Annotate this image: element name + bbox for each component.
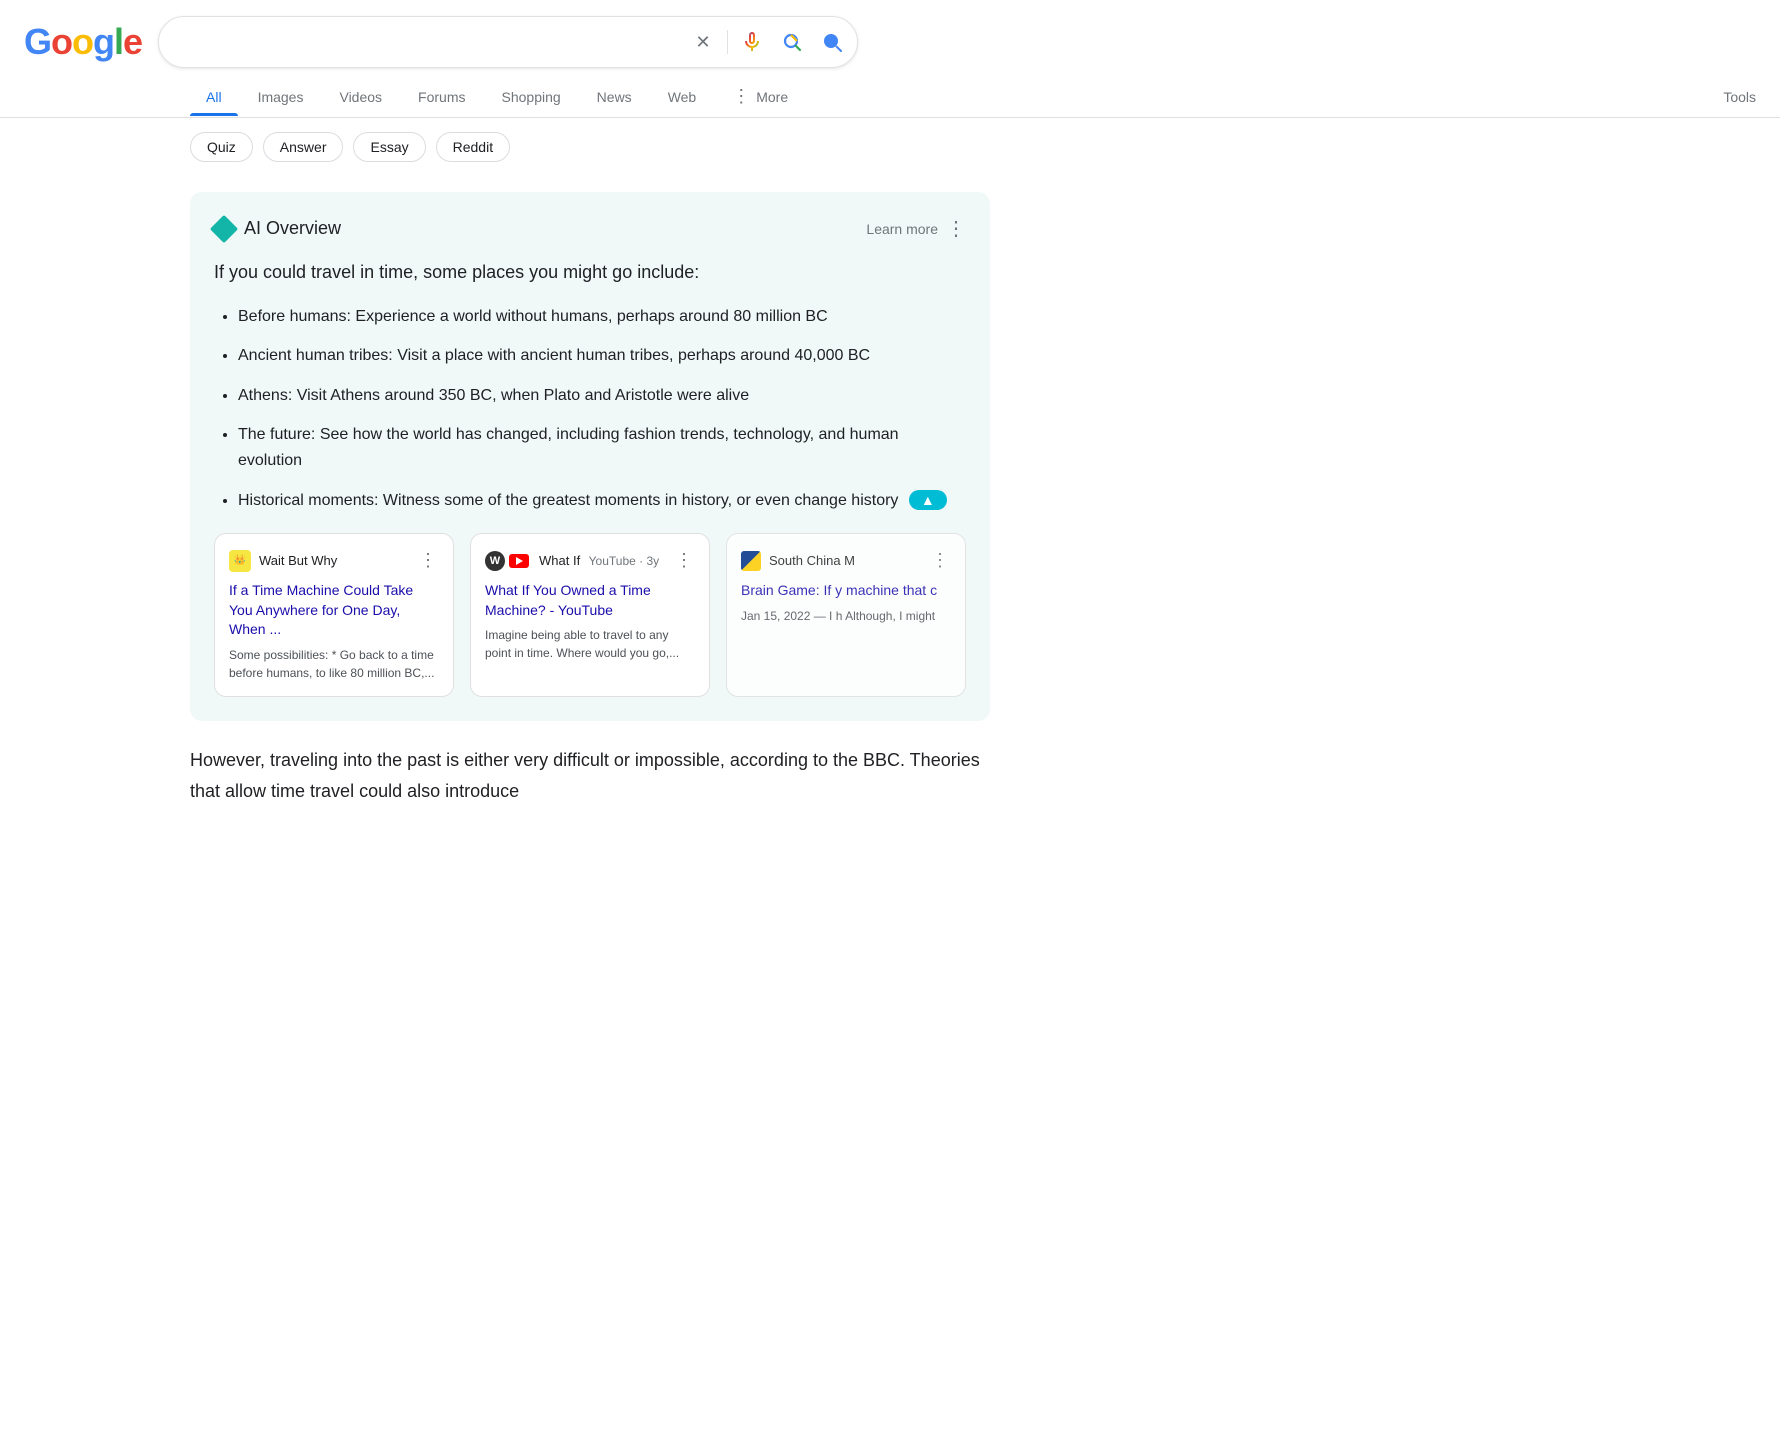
tab-all[interactable]: All [190, 79, 238, 115]
source-title: Brain Game: If y machine that c [741, 581, 951, 601]
filter-chips: Quiz Answer Essay Reddit [0, 118, 1780, 176]
ai-list: Before humans: Experience a world withou… [214, 304, 966, 514]
source-name: South China M [769, 553, 855, 568]
microphone-icon [740, 30, 764, 54]
list-item: Before humans: Experience a world withou… [238, 304, 966, 330]
ai-intro-text: If you could travel in time, some places… [214, 257, 966, 288]
search-bar-container: time machine where would you go ✕ [158, 16, 858, 68]
chip-answer[interactable]: Answer [263, 132, 344, 162]
source-cards: 👑 Wait But Why ⋮ If a Time Machine Could… [214, 533, 966, 697]
source-snippet: Some possibilities: * Go back to a time … [229, 646, 439, 682]
source-name: Wait But Why [259, 553, 337, 568]
source-info: South China M [741, 551, 855, 571]
scmp-favicon-icon [741, 551, 761, 571]
google-logo: Google [24, 21, 142, 63]
source-combo: W [485, 551, 531, 571]
bottom-text: However, traveling into the past is eith… [190, 745, 990, 806]
youtube-favicon-icon [509, 554, 529, 568]
tab-images[interactable]: Images [242, 79, 320, 115]
ai-overview-label: AI Overview [244, 218, 341, 239]
more-options-icon[interactable]: ⋮ [946, 216, 966, 241]
tab-forums[interactable]: Forums [402, 79, 481, 115]
source-card-scmp[interactable]: South China M ⋮ Brain Game: If y machine… [726, 533, 966, 697]
chip-reddit[interactable]: Reddit [436, 132, 510, 162]
logo-letter-e: e [123, 21, 142, 62]
voice-search-button[interactable] [736, 26, 768, 58]
ai-overview-body: If you could travel in time, some places… [214, 257, 966, 513]
source-snippet: Imagine being able to travel to any poin… [485, 626, 695, 662]
source-meta: YouTube · 3y [589, 554, 660, 568]
logo-letter-o1: o [51, 21, 72, 62]
logo-letter-l: l [114, 21, 123, 62]
source-title: What If You Owned a Time Machine? - YouT… [485, 581, 695, 620]
source-snippet: Jan 15, 2022 — I h Although, I might [741, 607, 951, 625]
source-card-wbw[interactable]: 👑 Wait But Why ⋮ If a Time Machine Could… [214, 533, 454, 697]
tools-button[interactable]: Tools [1723, 79, 1780, 115]
search-bar: time machine where would you go ✕ [158, 16, 858, 68]
card-menu-button[interactable]: ⋮ [929, 548, 951, 573]
search-button[interactable] [816, 26, 848, 58]
ai-overview-actions[interactable]: Learn more ⋮ [866, 216, 966, 241]
source-title: If a Time Machine Could Take You Anywher… [229, 581, 439, 640]
source-info: 👑 Wait But Why [229, 550, 337, 572]
search-icon [820, 30, 844, 54]
ai-overview-header: AI Overview Learn more ⋮ [214, 216, 966, 241]
close-icon: ✕ [696, 32, 711, 53]
card-menu-button[interactable]: ⋮ [417, 548, 439, 573]
list-item: Athens: Visit Athens around 350 BC, when… [238, 383, 966, 409]
logo-letter-g: G [24, 21, 51, 62]
ai-overview-card: AI Overview Learn more ⋮ If you could tr… [190, 192, 990, 721]
source-name: What If [539, 553, 580, 568]
source-card-whatif[interactable]: W What If YouTube · 3y ⋮ What If You Own… [470, 533, 710, 697]
dots-icon: ⋮ [732, 86, 750, 107]
lens-icon [780, 30, 804, 54]
chip-essay[interactable]: Essay [353, 132, 425, 162]
logo-letter-g2: g [93, 21, 114, 62]
ai-diamond-icon [210, 214, 238, 242]
search-icons: ✕ [687, 26, 848, 58]
list-item: The future: See how the world has change… [238, 422, 966, 473]
clear-button[interactable]: ✕ [687, 26, 719, 58]
logo-letter-o2: o [72, 21, 93, 62]
source-card-header: South China M ⋮ [741, 548, 951, 573]
tab-web[interactable]: Web [652, 79, 713, 115]
whatif-favicon-icon: W [485, 551, 505, 571]
tab-shopping[interactable]: Shopping [486, 79, 577, 115]
list-item: Historical moments: Witness some of the … [238, 488, 966, 514]
source-card-header: 👑 Wait But Why ⋮ [229, 548, 439, 573]
wbw-favicon-icon: 👑 [229, 550, 251, 572]
lens-search-button[interactable] [776, 26, 808, 58]
collapse-button[interactable]: ▲ [909, 490, 947, 510]
tab-videos[interactable]: Videos [323, 79, 398, 115]
source-info: W What If YouTube · 3y [485, 551, 659, 571]
tab-news[interactable]: News [581, 79, 648, 115]
main-content: AI Overview Learn more ⋮ If you could tr… [0, 176, 1100, 822]
learn-more-link[interactable]: Learn more [866, 221, 938, 237]
chip-quiz[interactable]: Quiz [190, 132, 253, 162]
tab-more[interactable]: ⋮ More [716, 76, 804, 117]
list-item: Ancient human tribes: Visit a place with… [238, 343, 966, 369]
divider [727, 30, 728, 54]
ai-overview-title: AI Overview [214, 218, 341, 239]
source-card-header: W What If YouTube · 3y ⋮ [485, 548, 695, 573]
card-menu-button[interactable]: ⋮ [673, 548, 695, 573]
header: Google time machine where would you go ✕ [0, 0, 1780, 68]
nav-tabs: All Images Videos Forums Shopping News W… [0, 68, 1780, 118]
